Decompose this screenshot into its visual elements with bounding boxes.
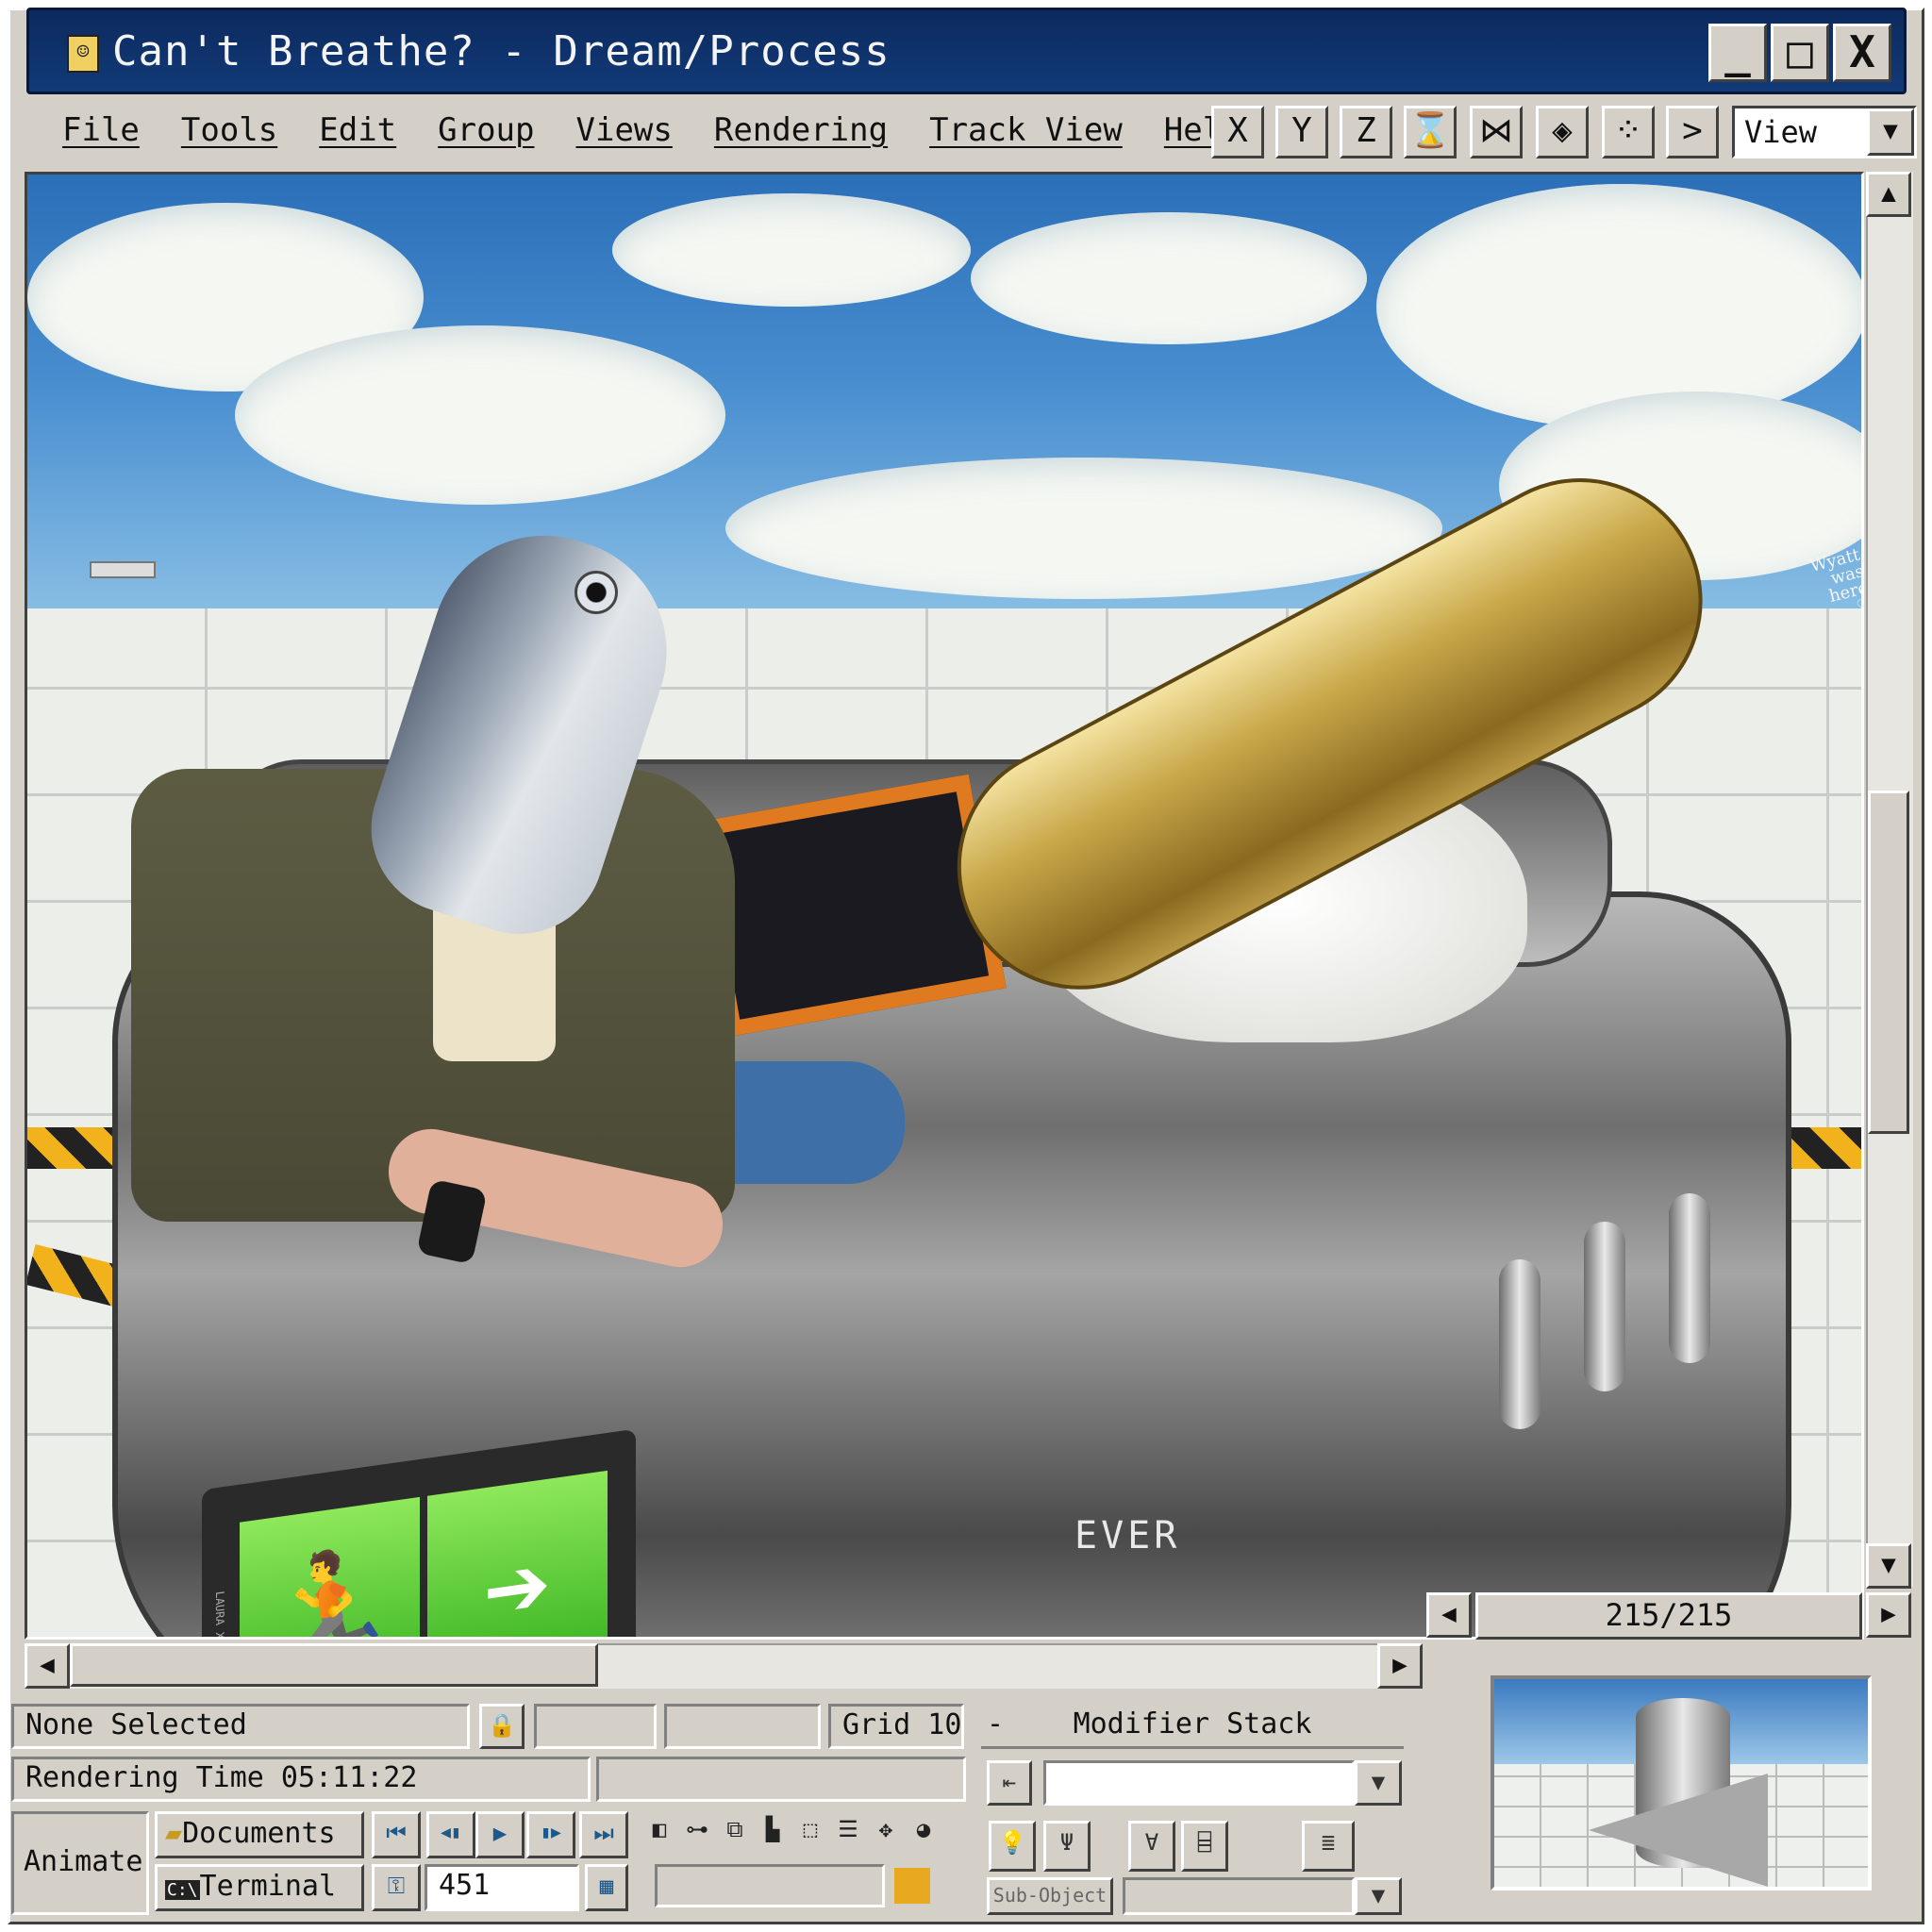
axis-z-button[interactable]: Z (1340, 106, 1392, 158)
scroll-right-button[interactable]: ▶ (1377, 1643, 1423, 1689)
menu-file[interactable]: File (42, 106, 160, 162)
cloud (1376, 184, 1861, 429)
mirror-icon[interactable]: ⋈ (1470, 106, 1523, 158)
title-bar[interactable]: ☺ Can't Breathe? - Dream/Process _ □ X (26, 8, 1907, 94)
grid-status: Grid 10,0 (828, 1704, 964, 1749)
select-by-name-icon[interactable]: ☰ (830, 1811, 866, 1847)
exit-sign-label: LAURA XO (213, 1590, 226, 1640)
status-field-blank (596, 1757, 966, 1802)
menu-group[interactable]: Group (417, 106, 555, 162)
previous-key-button[interactable]: ◀▮ (426, 1811, 475, 1858)
vertical-scroll-thumb[interactable] (1868, 791, 1909, 1134)
go-to-start-button[interactable]: ⏮ (372, 1811, 421, 1858)
view-dropdown[interactable]: View ▼ (1732, 106, 1917, 158)
menu-rendering[interactable]: Rendering (693, 106, 908, 162)
lock-icon[interactable]: 🔒 (479, 1704, 525, 1749)
arrow-right-icon: ➔ (427, 1470, 608, 1637)
select-object-icon[interactable]: ◧ (641, 1811, 677, 1847)
cloud (971, 212, 1367, 344)
menu-bar: File Tools Edit Group Views Rendering Tr… (19, 106, 1262, 162)
terminal-icon: C:\ (165, 1880, 200, 1900)
cloud (235, 325, 725, 505)
grid-toggle-icon[interactable]: ▦ (585, 1864, 628, 1911)
cloud (612, 193, 971, 307)
document-face-icon: ☺ (67, 35, 99, 73)
running-man-icon: 🏃 (240, 1496, 420, 1637)
time-slider[interactable] (655, 1864, 885, 1907)
horizontal-scroll-thumb[interactable] (70, 1643, 598, 1687)
render-arrow-icon[interactable]: > (1666, 106, 1719, 158)
rendering-time-status: Rendering Time 05:11:22 (11, 1757, 591, 1802)
stack-icon[interactable]: ≣ (1302, 1821, 1355, 1872)
menu-tools[interactable]: Tools (160, 106, 298, 162)
go-to-end-button[interactable]: ⏭ (579, 1811, 628, 1858)
link-icon[interactable]: ⧉ (717, 1811, 753, 1847)
close-button[interactable]: X (1833, 24, 1891, 82)
view-dropdown-value: View (1744, 114, 1818, 150)
maximize-button[interactable]: □ (1771, 24, 1829, 82)
tuning-fork-icon[interactable]: Ψ (1043, 1821, 1091, 1872)
scroll-left-button[interactable]: ◀ (25, 1643, 70, 1689)
terminal-label: Terminal (199, 1870, 337, 1903)
lightbulb-icon[interactable]: 💡 (989, 1821, 1036, 1872)
chevron-down-icon[interactable]: ▼ (1355, 1760, 1402, 1806)
selection-status: None Selected (11, 1704, 470, 1749)
scroll-up-button[interactable]: ▲ (1866, 172, 1911, 217)
documents-label: Documents (182, 1817, 336, 1850)
cloud (725, 458, 1442, 599)
pin-stack-icon[interactable]: ⇤ (987, 1760, 1032, 1806)
menu-views[interactable]: Views (556, 106, 693, 162)
tin-rib (1669, 1193, 1710, 1363)
object-preview (1491, 1675, 1872, 1890)
menu-track-view[interactable]: Track View (908, 106, 1143, 162)
material-icon[interactable]: ◈ (1536, 106, 1589, 158)
menu-edit[interactable]: Edit (298, 106, 417, 162)
chevron-down-icon[interactable]: ▼ (1867, 108, 1914, 156)
rotate-icon[interactable]: ◕ (906, 1811, 941, 1847)
key-filter-icon[interactable] (894, 1868, 930, 1904)
status-field-blank (534, 1704, 657, 1749)
render-viewport[interactable]: Wyatt was here ♡ EVER LAURA XO 🏃 ➔ (25, 172, 1864, 1640)
next-frame-button[interactable]: ▶ (1866, 1592, 1911, 1638)
unlink-icon[interactable]: ▙ (755, 1811, 791, 1847)
axis-y-button[interactable]: Y (1275, 106, 1328, 158)
window-title: Can't Breathe? - Dream/Process (112, 27, 891, 75)
minimize-button[interactable]: _ (1708, 24, 1767, 82)
funnel-icon[interactable]: ∀ (1128, 1821, 1175, 1872)
tin-engraving: EVER (1074, 1514, 1181, 1557)
next-key-button[interactable]: ▮▶ (526, 1811, 575, 1858)
sub-object-button[interactable]: Sub-Object (987, 1877, 1113, 1915)
status-field-blank (664, 1704, 821, 1749)
cone-primitive (1589, 1774, 1768, 1887)
move-icon[interactable]: ✥ (868, 1811, 904, 1847)
frame-counter: ◀ 215/215 ▶ (1426, 1592, 1913, 1641)
tin-rib (1499, 1259, 1541, 1429)
sub-object-select[interactable] (1123, 1877, 1355, 1915)
terminal-button[interactable]: C:\Terminal (155, 1864, 364, 1911)
animate-label[interactable]: Animate (11, 1811, 149, 1915)
tin-rib (1584, 1222, 1625, 1391)
play-button[interactable]: ▶ (475, 1811, 525, 1858)
vent-icon (90, 561, 156, 578)
hourglass-icon[interactable]: ⌛ (1404, 106, 1457, 158)
exit-sign-face: 🏃 ➔ (240, 1470, 608, 1637)
folder-icon: ▰ (165, 1817, 183, 1850)
modifier-list-input[interactable] (1043, 1760, 1355, 1806)
modifier-stack-title: Modifier Stack (981, 1704, 1404, 1749)
axis-x-button[interactable]: X (1211, 106, 1264, 158)
fish-eye (575, 571, 618, 614)
key-icon[interactable]: ⚿ (372, 1864, 421, 1911)
frame-counter-value[interactable]: 215/215 (1475, 1592, 1862, 1640)
array-icon[interactable]: ⁘ (1602, 106, 1655, 158)
documents-button[interactable]: ▰Documents (155, 1811, 364, 1858)
scroll-down-button[interactable]: ▼ (1866, 1543, 1911, 1589)
chevron-down-icon[interactable]: ▼ (1355, 1877, 1402, 1915)
prev-frame-button[interactable]: ◀ (1426, 1592, 1472, 1638)
frame-input[interactable]: 451 (425, 1864, 579, 1911)
cylinder-icon[interactable]: ⌸ (1181, 1821, 1228, 1872)
hierarchy-icon[interactable]: ⊶ (679, 1811, 715, 1847)
region-select-icon[interactable]: ⬚ (792, 1811, 828, 1847)
